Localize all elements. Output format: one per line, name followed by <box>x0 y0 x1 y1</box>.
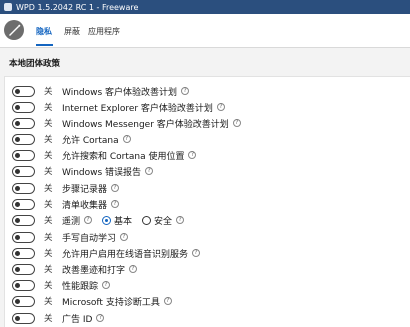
toggle-switch[interactable] <box>12 117 35 129</box>
radio-basic[interactable] <box>102 215 112 225</box>
help-icon[interactable]: ? <box>163 297 172 305</box>
setting-label: 允许 Cortana <box>62 135 119 146</box>
toggle-switch[interactable] <box>12 263 35 275</box>
tab-blocker[interactable]: 屏蔽 <box>64 26 80 37</box>
setting-label: 遥测 <box>62 216 81 227</box>
setting-label: Microsoft 支持诊断工具 <box>62 297 160 308</box>
app-header: 隐私 屏蔽 应用程序 <box>0 14 410 48</box>
setting-label: 清单收集器 <box>62 200 108 211</box>
toggle-state: 关 <box>44 200 53 210</box>
toggle-state: 关 <box>44 103 53 113</box>
toggle-state: 关 <box>44 119 53 129</box>
radio-security[interactable] <box>142 215 152 225</box>
help-icon[interactable]: ? <box>232 119 241 127</box>
toggle-switch[interactable] <box>12 247 35 259</box>
help-icon[interactable]: ? <box>111 184 120 192</box>
setting-label: Windows 错误报告 <box>62 167 142 178</box>
toggle-state: 关 <box>44 233 53 243</box>
setting-label: 广告 ID <box>62 314 93 325</box>
toggle-switch[interactable] <box>12 149 35 161</box>
toggle-switch[interactable] <box>12 165 35 177</box>
setting-label: 允许用户启用在线语音识别服务 <box>62 249 189 260</box>
setting-label: 手写自动学习 <box>62 233 117 244</box>
setting-row: 关 广告 ID ? <box>12 311 402 325</box>
toggle-switch[interactable] <box>12 279 35 291</box>
toggle-state: 关 <box>44 249 53 259</box>
toggle-state: 关 <box>44 216 53 226</box>
help-icon[interactable]: ? <box>192 249 201 257</box>
toggle-switch[interactable] <box>12 295 35 307</box>
help-icon[interactable]: ? <box>122 135 131 143</box>
tab-apps[interactable]: 应用程序 <box>88 26 120 37</box>
active-tab-indicator <box>36 44 53 46</box>
radio-basic-label: 基本 <box>114 216 133 227</box>
setting-row: 关 允许搜索和 Cortana 使用位置 ? <box>12 148 402 162</box>
window-title: WPD 1.5.2042 RC 1 - Freeware <box>16 2 139 12</box>
help-icon[interactable]: ? <box>216 103 225 111</box>
toggle-state: 关 <box>44 281 53 291</box>
toggle-state: 关 <box>44 265 53 275</box>
setting-row: 关 Windows Messenger 客户体验改善计划 ? <box>12 116 402 130</box>
setting-row: 关 Windows 错误报告 ? <box>12 164 402 178</box>
help-icon[interactable]: ? <box>120 233 129 241</box>
toggle-state: 关 <box>44 184 53 194</box>
toggle-state: 关 <box>44 151 53 161</box>
setting-row: 关 改善墨迹和打字 ? <box>12 262 402 276</box>
setting-label: 允许搜索和 Cortana 使用位置 <box>62 151 185 162</box>
toggle-switch[interactable] <box>12 133 35 145</box>
toggle-state: 关 <box>44 314 53 324</box>
toggle-switch[interactable] <box>12 198 35 210</box>
help-icon[interactable]: ? <box>129 265 138 273</box>
setting-label: Windows Messenger 客户体验改善计划 <box>62 119 229 130</box>
setting-row: 关 Internet Explorer 客户体验改善计划 ? <box>12 100 402 114</box>
toggle-switch[interactable] <box>12 182 35 194</box>
setting-label: Windows 客户体验改善计划 <box>62 87 178 98</box>
setting-label: 步骤记录器 <box>62 184 108 195</box>
toggle-switch[interactable] <box>12 214 35 226</box>
toggle-switch[interactable] <box>12 231 35 243</box>
title-bar: WPD 1.5.2042 RC 1 - Freeware <box>0 0 410 14</box>
logo-icon <box>4 20 24 40</box>
toggle-state: 关 <box>44 135 53 145</box>
setting-label: 性能跟踪 <box>62 281 99 292</box>
help-icon[interactable]: ? <box>176 216 185 224</box>
tab-privacy[interactable]: 隐私 <box>36 26 52 37</box>
setting-row: 关 Microsoft 支持诊断工具 ? <box>12 294 402 308</box>
setting-row: 关 步骤记录器 ? <box>12 181 402 195</box>
setting-row: 关 清单收集器 ? <box>12 197 402 211</box>
setting-row: 关 性能跟踪 ? <box>12 278 402 292</box>
radio-security-label: 安全 <box>154 216 173 227</box>
toggle-switch[interactable] <box>12 85 35 97</box>
help-icon[interactable]: ? <box>102 281 111 289</box>
help-icon[interactable]: ? <box>96 314 105 322</box>
setting-label: Internet Explorer 客户体验改善计划 <box>62 103 213 114</box>
setting-row: 关 允许用户启用在线语音识别服务 ? <box>12 246 402 260</box>
toggle-state: 关 <box>44 167 53 177</box>
setting-row: 关 Windows 客户体验改善计划 ? <box>12 84 402 98</box>
toggle-state: 关 <box>44 87 53 97</box>
setting-label: 改善墨迹和打字 <box>62 265 126 276</box>
toggle-state: 关 <box>44 297 53 307</box>
toggle-switch[interactable] <box>12 312 35 324</box>
help-icon[interactable]: ? <box>111 200 120 208</box>
help-icon[interactable]: ? <box>181 87 190 95</box>
section-title: 本地团体政策 <box>9 59 61 69</box>
setting-row: 关 手写自动学习 ? <box>12 230 402 244</box>
setting-row-telemetry: 关 遥测 ? 基本 安全 ? <box>12 213 402 227</box>
help-icon[interactable]: ? <box>188 151 197 159</box>
help-icon[interactable]: ? <box>145 167 154 175</box>
help-icon[interactable]: ? <box>84 216 93 224</box>
setting-row: 关 允许 Cortana ? <box>12 132 402 146</box>
app-icon <box>4 3 12 11</box>
toggle-switch[interactable] <box>12 101 35 113</box>
